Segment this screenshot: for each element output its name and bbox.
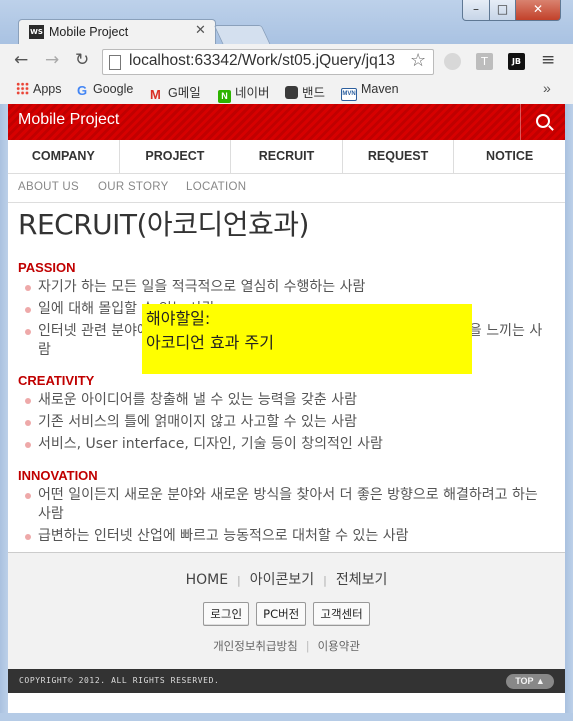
jetbrains-extension-icon[interactable]: JB: [508, 53, 525, 70]
webstorm-favicon-icon: WS: [29, 25, 44, 39]
section-creativity: CREATIVITY 새로운 아이디어를 창출해 낼 수 있는 능력을 갖춘 사…: [18, 374, 555, 454]
maven-icon: MVN: [341, 88, 357, 101]
sub-nav: ABOUT US OUR STORY LOCATION: [8, 174, 565, 203]
section-heading[interactable]: PASSION: [18, 261, 555, 275]
google-icon: G: [77, 83, 88, 98]
sub-nav-our-story[interactable]: OUR STORY: [98, 181, 169, 193]
list-item: 서비스, User interface, 디자인, 기술 등이 창의적인 사람: [18, 435, 555, 454]
footer-full-view-link[interactable]: 전체보기: [336, 572, 388, 588]
sub-nav-location[interactable]: LOCATION: [186, 181, 246, 193]
pc-version-button[interactable]: PC버전: [256, 602, 307, 626]
footer-policy-links: 개인정보취급방침 | 이용약관: [8, 638, 565, 654]
sub-nav-about-us[interactable]: ABOUT US: [18, 181, 79, 193]
window-frame-right: [565, 104, 573, 721]
bookmark-label: 네이버: [235, 86, 270, 100]
divider: |: [323, 574, 327, 587]
todo-note-line: 아코디언 효과 주기: [146, 333, 274, 352]
bookmark-maven[interactable]: MVN Maven: [341, 82, 399, 101]
copyright-text: COPYRIGHT© 2012. ALL RIGHTS RESERVED.: [19, 676, 220, 685]
site-header: Mobile Project: [8, 104, 565, 140]
list-item: 어떤 일이든지 새로운 분야와 새로운 방식을 찾아서 더 좋은 방향으로 해결…: [18, 486, 555, 524]
bookmarks-bar: Apps G Google M G메일 N 네이버 밴드 MVN Maven »: [0, 78, 573, 105]
todo-note-line: 해야할일:: [146, 309, 211, 328]
list-item: 자기가 하는 모든 일을 적극적으로 열심히 수행하는 사람: [18, 278, 555, 297]
section-list: 새로운 아이디어를 창출해 낼 수 있는 능력을 갖춘 사람 기존 서비스의 틀…: [18, 391, 555, 454]
divider: |: [237, 574, 241, 587]
section-innovation: INNOVATION 어떤 일이든지 새로운 분야와 새로운 방식을 찾아서 더…: [18, 469, 555, 546]
bookmark-label: Maven: [361, 82, 399, 96]
browser-titlebar: WS Mobile Project ✕ – □ ✕: [0, 0, 573, 46]
nav-company[interactable]: COMPANY: [8, 140, 120, 173]
gmail-icon: M: [150, 87, 161, 102]
bookmark-naver[interactable]: N 네이버: [218, 82, 270, 103]
section-heading[interactable]: CREATIVITY: [18, 374, 555, 388]
top-button[interactable]: TOP ▲: [506, 674, 554, 689]
bookmark-band[interactable]: 밴드: [285, 82, 325, 101]
browser-menu-icon[interactable]: ≡: [541, 50, 555, 70]
bookmark-apps[interactable]: Apps: [16, 82, 62, 96]
footer-nav: HOME | 아이콘보기 | 전체보기: [8, 569, 565, 589]
address-bar[interactable]: localhost:63342/Work/st05.jQuery/jq13 ☆: [102, 49, 434, 75]
footer-icon-view-link[interactable]: 아이콘보기: [250, 572, 314, 588]
new-tab-button[interactable]: [213, 25, 271, 44]
section-heading[interactable]: INNOVATION: [18, 469, 555, 483]
bookmark-label: Google: [93, 82, 134, 96]
customer-center-button[interactable]: 고객센터: [313, 602, 370, 626]
extension-icon[interactable]: [444, 53, 461, 70]
bookmark-gmail[interactable]: M G메일: [150, 82, 201, 101]
window-minimize-button[interactable]: –: [462, 0, 490, 21]
footer-buttons: 로그인 PC버전 고객센터: [8, 602, 565, 626]
page-title: RECRUIT(아코디언효과): [18, 208, 309, 241]
web-page: Mobile Project COMPANY PROJECT RECRUIT R…: [8, 104, 565, 721]
nav-project[interactable]: PROJECT: [120, 140, 232, 173]
reload-icon[interactable]: ↻: [75, 50, 89, 70]
window-maximize-button[interactable]: □: [489, 0, 516, 21]
url-text[interactable]: localhost:63342/Work/st05.jQuery/jq13: [129, 52, 409, 70]
window-frame-bottom: [0, 713, 573, 721]
text-extension-icon[interactable]: T: [476, 53, 493, 70]
bookmark-star-icon[interactable]: ☆: [410, 50, 426, 71]
main-nav: COMPANY PROJECT RECRUIT REQUEST NOTICE: [8, 140, 565, 174]
page-icon: [109, 55, 121, 70]
bookmarks-more-icon[interactable]: »: [543, 80, 551, 96]
divider: |: [305, 639, 310, 653]
nav-recruit[interactable]: RECRUIT: [231, 140, 343, 173]
naver-icon: N: [218, 90, 231, 103]
forward-arrow-icon[interactable]: →: [45, 50, 59, 70]
site-title[interactable]: Mobile Project: [18, 111, 119, 129]
login-button[interactable]: 로그인: [203, 602, 250, 626]
tab-close-icon[interactable]: ✕: [195, 23, 206, 38]
window-close-button[interactable]: ✕: [515, 0, 561, 21]
nav-request[interactable]: REQUEST: [343, 140, 455, 173]
list-item: 기존 서비스의 틀에 얽매이지 않고 사고할 수 있는 사람: [18, 413, 555, 432]
band-icon: [285, 86, 298, 99]
todo-note: 해야할일: 아코디언 효과 주기: [142, 304, 472, 374]
privacy-policy-link[interactable]: 개인정보취급방침: [213, 639, 298, 653]
footer-home-link[interactable]: HOME: [186, 572, 228, 588]
apps-grid-icon: [16, 82, 29, 95]
list-item: 급변하는 인터넷 산업에 빠르고 능동적으로 대처할 수 있는 사람: [18, 527, 555, 546]
bookmark-label: G메일: [168, 86, 201, 100]
section-list: 어떤 일이든지 새로운 분야와 새로운 방식을 찾아서 더 좋은 방향으로 해결…: [18, 486, 555, 546]
bookmark-label: 밴드: [302, 86, 326, 100]
window-frame-left: [0, 104, 8, 721]
site-footer: HOME | 아이콘보기 | 전체보기 로그인 PC버전 고객센터 개인정보취급방침 | 이…: [8, 552, 565, 670]
nav-notice[interactable]: NOTICE: [454, 140, 565, 173]
browser-toolbar: ← → ↻ localhost:63342/Work/st05.jQuery/j…: [0, 44, 573, 78]
back-arrow-icon[interactable]: ←: [14, 50, 28, 70]
bookmark-label: Apps: [33, 82, 62, 96]
terms-link[interactable]: 이용약관: [318, 639, 360, 653]
search-icon: [536, 114, 550, 128]
bookmark-google[interactable]: G Google: [77, 82, 133, 97]
tab-title: Mobile Project: [49, 25, 129, 39]
copyright-bar: COPYRIGHT© 2012. ALL RIGHTS RESERVED. TO…: [8, 669, 565, 693]
search-button[interactable]: [520, 104, 566, 140]
browser-tab[interactable]: WS Mobile Project ✕: [18, 19, 216, 46]
list-item: 새로운 아이디어를 창출해 낼 수 있는 능력을 갖춘 사람: [18, 391, 555, 410]
